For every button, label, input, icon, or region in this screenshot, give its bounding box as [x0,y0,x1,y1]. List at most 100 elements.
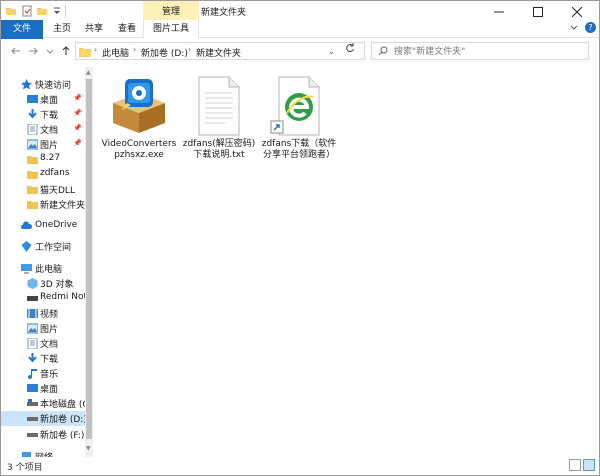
nav-label: 猫天DLL [40,186,75,196]
breadcrumb-separator-icon[interactable]: › [133,45,136,54]
file-item[interactable]: VideoConverterspzhsxz.exe [99,73,179,161]
desktop-icon [27,384,38,392]
nav-item-documents-pc[interactable]: 文档 [1,336,85,351]
nav-label: Redmi Note [40,292,85,302]
title-separator [65,5,66,18]
scroll-down-icon[interactable]: ▼ [86,445,91,452]
folder-icon [79,48,91,57]
nav-label: 桌面 [40,96,59,106]
nav-label: 新加卷 (F:) [40,431,85,441]
phone-icon [27,296,38,301]
nav-item-desktop-pc[interactable]: 桌面 [1,381,85,396]
nav-item-documents[interactable]: 文档 📌 [1,122,85,137]
refresh-button[interactable] [345,43,355,56]
properties-icon[interactable] [21,5,33,17]
tab-picture-tools[interactable]: 图片工具 [143,20,199,38]
drive-icon [27,433,38,437]
up-button[interactable] [59,43,73,59]
chevron-down-icon [46,49,54,54]
nav-item-drive-d[interactable]: 新加卷 (D:) [1,411,85,426]
search-box[interactable] [371,42,589,60]
star-icon [21,79,32,90]
tab-share[interactable]: 共享 [81,20,107,39]
nav-item-videos[interactable]: 视频 [1,306,85,321]
file-item[interactable]: zdfans(解压密码)下载说明.txt [179,73,259,161]
breadcrumb-current-folder[interactable]: 新建文件夹 [196,46,241,59]
nav-item-pictures[interactable]: 图片 📌 [1,137,85,152]
nav-item-folder-new[interactable]: 新建文件夹 [1,197,85,212]
navigation-pane: 快速访问 桌面 📌 下载 📌 文档 📌 图片 📌 8.27 zdfans 猫天D… [1,67,85,457]
large-icons-view-button[interactable] [583,459,595,471]
breadcrumb-separator-icon[interactable]: › [94,45,97,54]
nav-this-pc[interactable]: 此电脑 [1,261,85,276]
breadcrumb-this-pc[interactable]: 此电脑 [102,46,129,59]
back-button[interactable] [9,43,23,59]
ie-shortcut-icon [267,73,331,137]
pin-icon: 📌 [73,94,82,102]
nav-item-drive-c[interactable]: 本地磁盘 (C:) [1,396,85,411]
search-icon [378,46,388,56]
download-arrow-icon [28,353,37,363]
view-toggle [569,459,595,471]
nav-item-folder-827[interactable]: 8.27 [1,152,85,167]
details-view-button[interactable] [569,459,581,471]
folder-icon [27,186,38,194]
text-file-icon [187,73,251,137]
arrow-left-icon [11,47,20,55]
scroll-up-icon[interactable]: ▲ [86,69,91,76]
nav-item-pictures-pc[interactable]: 图片 [1,321,85,336]
nav-item-redmi-note[interactable]: Redmi Note [1,291,85,306]
nav-item-folder-zdfans[interactable]: zdfans [1,167,85,182]
nav-item-network[interactable]: 网络 [1,449,85,457]
nav-label: 3D 对象 [40,280,74,290]
item-count: 3 个项目 [7,463,43,473]
nav-quick-access[interactable]: 快速访问 [1,77,85,92]
file-item[interactable]: zdfans下载（软件分享平台领跑者） [259,73,339,161]
nav-label: 快速访问 [35,81,72,91]
nav-item-3d-objects[interactable]: 3D 对象 [1,276,85,291]
drive-icon [27,417,38,421]
refresh-icon [346,43,354,53]
breadcrumb-drive-d[interactable]: 新加卷 (D:) [141,46,188,59]
tab-home[interactable]: 主页 [47,20,77,39]
search-input[interactable] [394,45,584,58]
status-bar: 3 个项目 [1,457,599,475]
nav-scrollbar[interactable]: ▲ ▼ [85,67,93,457]
new-folder-icon[interactable] [36,5,48,17]
nav-label: OneDrive [35,220,78,230]
address-dropdown-icon[interactable]: ⌄ [328,47,335,56]
tab-view[interactable]: 查看 [114,20,140,39]
ribbon-expand-icon[interactable] [569,23,579,36]
nav-label: 文档 [40,340,59,350]
nav-label: 下载 [40,355,59,365]
nav-item-drive-f[interactable]: 新加卷 (F:) [1,427,85,442]
nav-item-music[interactable]: 音乐 [1,366,85,381]
breadcrumb-separator-icon[interactable]: › [188,45,191,54]
nav-label: 新建文件夹 [40,201,85,211]
manage-tab-group[interactable]: 管理 [143,1,199,20]
nav-workspace[interactable]: 工作空间 [1,239,85,254]
address-bar[interactable]: › 此电脑 › 新加卷 (D:) › 新建文件夹 ⌄ [75,42,365,60]
arrow-right-icon [29,47,38,55]
nav-label: 本地磁盘 (C:) [40,400,85,410]
nav-item-downloads-pc[interactable]: 下载 [1,351,85,366]
installer-box-icon [107,73,171,137]
customize-toolbar-icon[interactable] [51,5,63,17]
nav-item-folder-dll[interactable]: 猫天DLL [1,182,85,197]
forward-button[interactable] [26,43,40,59]
nav-item-downloads[interactable]: 下载 📌 [1,107,85,122]
nav-label: zdfans [40,168,70,178]
help-icon[interactable]: ? [585,22,596,33]
picture-icon [27,323,38,334]
nav-item-desktop[interactable]: 桌面 📌 [1,92,85,107]
file-name: zdfans(解压密码)下载说明.txt [182,139,256,160]
document-icon [27,124,38,135]
scrollbar-thumb[interactable] [86,79,92,439]
nav-label: 桌面 [40,385,59,395]
tab-file[interactable]: 文件 [1,20,43,39]
nav-label: 工作空间 [35,243,72,253]
nav-onedrive[interactable]: OneDrive [1,219,85,234]
recent-locations-button[interactable] [43,43,57,59]
file-list: VideoConverterspzhsxz.exe zdfans(解压密码)下载… [95,67,599,457]
nav-label: 图片 [40,325,59,335]
